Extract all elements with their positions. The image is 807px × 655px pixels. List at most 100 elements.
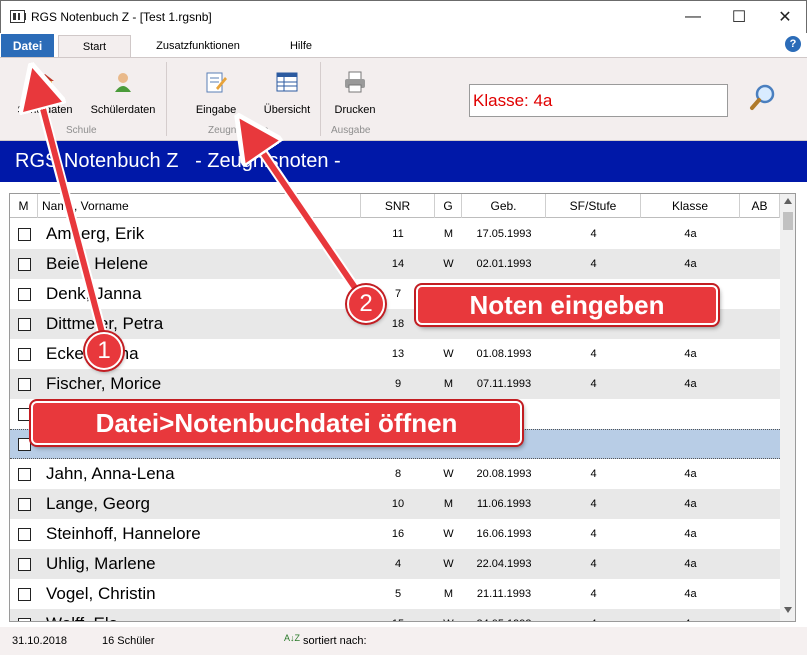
cell-geb: 22.04.1993 [476,558,532,570]
table-row[interactable]: Amberg, Erik 11 M 17.05.1993 4 4a [10,219,780,249]
col-header-g[interactable]: G [435,194,462,218]
cell-snr: 8 [394,468,402,480]
table-row[interactable]: Wolff, Ela15W24.05.199344a [10,609,780,621]
schuldaten-button[interactable]: Schuldaten [14,70,76,116]
cell-snr: 16 [391,528,405,540]
klasse-display: Klasse: 4a [469,84,728,117]
cell-geb: 21.11.1993 [476,588,532,600]
drucken-button[interactable]: Drucken [330,70,380,116]
row-checkbox[interactable] [17,587,31,601]
cell-name: Steinhoff, Hannelore [46,524,201,543]
eingabe-button[interactable]: Eingabe [189,70,243,116]
table-row[interactable]: Eckert, Nina13W01.08.199344a [10,339,780,369]
table-row[interactable]: Steinhoff, Hannelore 16 W 16.06.1993 4 4a [10,519,780,549]
cell-ab [740,279,780,309]
row-checkbox-cell [10,339,38,369]
cell-stufe: 4 [590,378,597,390]
group-label-zeugnisnoten: Zeugnisnoten [208,125,269,136]
table-row[interactable]: Lange, Georg 10 M 11.06.1993 4 4a [10,489,780,519]
col-header-name[interactable]: Name, Vorname [38,194,361,218]
tab-zusatzfunktionen[interactable]: Zusatzfunktionen [146,35,250,57]
scroll-down-icon[interactable] [784,607,792,613]
cell-g: W [443,258,454,270]
table-row[interactable]: Uhlig, Marlene 4 W 22.04.1993 4 4a [10,549,780,579]
edit-icon [204,70,228,94]
cell-stufe: 4 [590,348,597,360]
cell-ab [740,249,780,279]
row-checkbox-cell [10,369,38,399]
schuelerdaten-button[interactable]: Schülerdaten [88,70,158,116]
close-button[interactable]: ✕ [762,1,807,33]
row-checkbox[interactable] [17,227,31,241]
tab-datei[interactable]: Datei [1,34,54,57]
cell-snr: 4 [394,558,402,570]
cell-geb: 17.05.1993 [476,228,532,240]
cell-ab [740,369,780,399]
row-checkbox[interactable] [17,527,31,541]
row-checkbox-cell [10,219,38,249]
cell-klasse: 4a [684,348,697,360]
maximize-button[interactable]: ☐ [716,1,762,33]
col-header-klasse[interactable]: Klasse [641,194,740,218]
callout-datei-oeffnen: Datei>Notenbuchdatei öffnen [31,401,522,445]
search-icon[interactable] [748,82,778,112]
col-header-m[interactable]: M [10,194,38,218]
cell-geb: 11.06.1993 [476,498,532,510]
scroll-thumb[interactable] [783,212,793,230]
status-date: 31.10.2018 [12,635,68,647]
cell-klasse: 4a [684,558,697,570]
uebersicht-button[interactable]: Übersicht [258,70,316,116]
cell-klasse: 4a [641,609,740,621]
col-header-stufe[interactable]: SF/Stufe [546,194,641,218]
table-row[interactable]: Beier, Helene 14 W 02.01.1993 4 4a [10,249,780,279]
table-row[interactable]: Fischer, Morice 9 M 07.11.1993 4 4a [10,369,780,399]
cell-klasse: 4a [684,378,697,390]
cell-snr: 10 [391,498,405,510]
row-checkbox[interactable] [17,347,31,361]
cell-name: Fischer, Morice [46,374,162,393]
row-checkbox[interactable] [17,317,31,331]
row-checkbox[interactable] [17,557,31,571]
cell-ab [740,579,780,609]
row-checkbox[interactable] [17,407,31,421]
help-icon[interactable]: ? [785,36,801,52]
row-checkbox-cell [10,579,38,609]
cell-g: M [443,378,454,390]
cell-klasse: 4a [684,468,697,480]
row-checkbox[interactable] [17,287,31,301]
eingabe-label: Eingabe [195,104,237,116]
tab-hilfe[interactable]: Hilfe [278,35,324,57]
row-checkbox-cell [10,309,38,339]
schuldaten-label: Schuldaten [17,104,73,116]
row-checkbox[interactable] [17,497,31,511]
cell-klasse: 4a [684,258,697,270]
cell-stufe: 4 [590,228,597,240]
group-label-ausgabe: Ausgabe [331,125,371,136]
cell-klasse: 4a [684,528,697,540]
cell-ab [740,309,780,339]
scroll-up-icon[interactable] [784,198,792,204]
col-header-ab[interactable]: AB [740,194,780,218]
ribbon-tabs: Datei Start Zusatzfunktionen Hilfe ? [0,33,807,57]
col-header-geb[interactable]: Geb. [462,194,546,218]
row-checkbox-cell [10,609,38,621]
cell-geb: 01.08.1993 [476,348,532,360]
row-checkbox[interactable] [17,437,31,451]
table-row[interactable]: Vogel, Christin 5 M 21.11.1993 4 4a [10,579,780,609]
table-row[interactable]: Jahn, Anna-Lena 8 W 20.08.1993 4 4a [10,459,780,489]
status-bar: 31.10.2018 16 Schüler A↓Z sortiert nach: [0,627,807,655]
cell-ab [740,549,780,579]
row-checkbox[interactable] [17,467,31,481]
table-header: M Name, Vorname SNR G Geb. SF/Stufe Klas… [10,194,780,218]
tab-start[interactable]: Start [58,35,131,57]
minimize-button[interactable]: — [670,1,716,33]
vertical-scrollbar[interactable] [780,194,795,621]
row-checkbox[interactable] [17,617,31,621]
row-checkbox[interactable] [17,377,31,391]
cell-geb: 16.06.1993 [476,528,532,540]
cell-stufe: 4 [590,528,597,540]
cell-snr: 14 [391,258,405,270]
row-checkbox[interactable] [17,257,31,271]
status-sort: sortiert nach: [303,635,367,647]
col-header-snr[interactable]: SNR [361,194,435,218]
